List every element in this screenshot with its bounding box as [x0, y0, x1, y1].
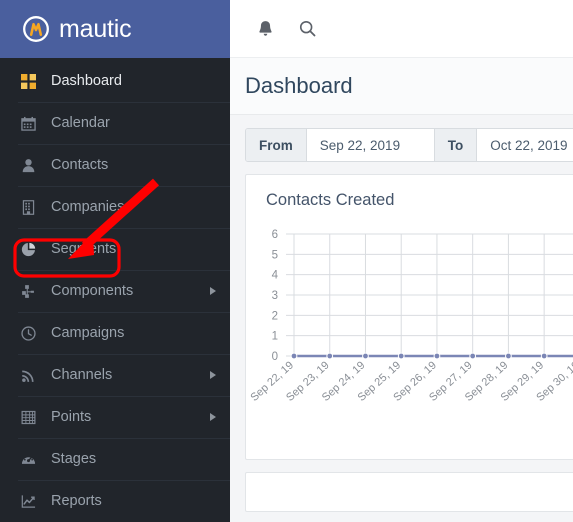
pie-chart-icon — [18, 239, 38, 259]
sidebar-item-label: Reports — [51, 493, 102, 509]
sidebar-item-label: Companies — [51, 199, 125, 215]
brand-header[interactable]: mautic — [0, 0, 230, 58]
date-from-input[interactable]: Sep 22, 2019 — [306, 129, 435, 161]
calendar-icon — [18, 113, 38, 133]
svg-text:2: 2 — [272, 310, 278, 322]
user-icon — [18, 155, 38, 175]
sidebar-item-contacts[interactable]: Contacts — [0, 144, 230, 186]
sidebar-item-label: Calendar — [51, 115, 110, 131]
page-title: Dashboard — [245, 73, 353, 98]
svg-text:4: 4 — [272, 270, 279, 282]
brand-name: mautic — [59, 14, 132, 43]
speedometer-icon — [18, 449, 38, 469]
sidebar-item-stages[interactable]: Stages — [0, 438, 230, 480]
sidebar-item-label: Segments — [51, 241, 117, 257]
dashboard-body: From Sep 22, 2019 To Oct 22, 2019 Contac… — [230, 115, 573, 522]
panel-title: Contacts Created — [266, 191, 395, 209]
contacts-created-chart: 0 1 2 3 4 5 6 Sep 22, 19 Sep 23, 19 Sep 24, 19 Sep… — [246, 210, 573, 459]
sidebar-item-calendar[interactable]: Calendar — [0, 102, 230, 144]
chart-canvas: 0123456Sep 22, 19Sep 23, 19Sep 24, 19Sep… — [248, 229, 573, 404]
mautic-dashboard-screen: mautic Dashboard Calendar Contacts Compa… — [0, 0, 573, 522]
sidebar-item-label: Stages — [51, 451, 97, 467]
building-icon — [18, 197, 38, 217]
sidebar-item-label: Channels — [51, 367, 113, 383]
sidebar: mautic Dashboard Calendar Contacts Compa… — [0, 0, 230, 522]
chevron-right-icon — [210, 413, 216, 421]
bell-icon[interactable] — [249, 13, 281, 45]
sidebar-item-label: Contacts — [51, 157, 109, 173]
sidebar-item-reports[interactable]: Reports — [0, 480, 230, 522]
rss-icon — [18, 365, 38, 385]
date-to-label: To — [434, 129, 478, 161]
svg-text:0: 0 — [272, 351, 278, 363]
svg-text:1: 1 — [272, 331, 278, 343]
sidebar-item-label: Components — [51, 283, 134, 299]
grid-squares-icon — [18, 71, 38, 91]
sidebar-item-companies[interactable]: Companies — [0, 186, 230, 228]
svg-text:3: 3 — [272, 290, 278, 302]
sidebar-item-points[interactable]: Points — [0, 396, 230, 438]
main-content: Dashboard From Sep 22, 2019 To Oct 22, 2… — [230, 0, 573, 522]
sidebar-item-components[interactable]: Components — [0, 270, 230, 312]
date-range-control: From Sep 22, 2019 To Oct 22, 2019 — [245, 128, 573, 162]
search-icon[interactable] — [291, 13, 323, 45]
sidebar-item-dashboard[interactable]: Dashboard — [0, 60, 230, 102]
chevron-right-icon — [210, 371, 216, 379]
sidebar-item-label: Campaigns — [51, 325, 125, 341]
table-grid-icon — [18, 407, 38, 427]
sidebar-item-segments[interactable]: Segments — [0, 228, 230, 270]
line-chart-icon — [18, 491, 38, 511]
puzzle-icon — [18, 281, 38, 301]
date-from-label: From — [246, 129, 307, 161]
page-header: Dashboard — [230, 58, 573, 115]
sidebar-item-campaigns[interactable]: Campaigns — [0, 312, 230, 354]
secondary-panel — [245, 472, 573, 512]
top-toolbar — [230, 0, 573, 58]
date-to-input[interactable]: Oct 22, 2019 — [477, 129, 573, 161]
sidebar-nav: Dashboard Calendar Contacts Companies Se… — [0, 58, 230, 522]
mautic-circle-m-logo-icon — [22, 15, 50, 43]
svg-text:6: 6 — [272, 229, 278, 241]
sidebar-item-label: Dashboard — [51, 73, 122, 89]
clock-icon — [18, 323, 38, 343]
sidebar-item-channels[interactable]: Channels — [0, 354, 230, 396]
svg-text:5: 5 — [272, 249, 278, 261]
sidebar-item-label: Points — [51, 409, 92, 425]
chevron-right-icon — [210, 287, 216, 295]
contacts-created-panel: Contacts Created 0 1 2 3 4 5 6 Sep 22, 19 Sep 23… — [245, 174, 573, 460]
